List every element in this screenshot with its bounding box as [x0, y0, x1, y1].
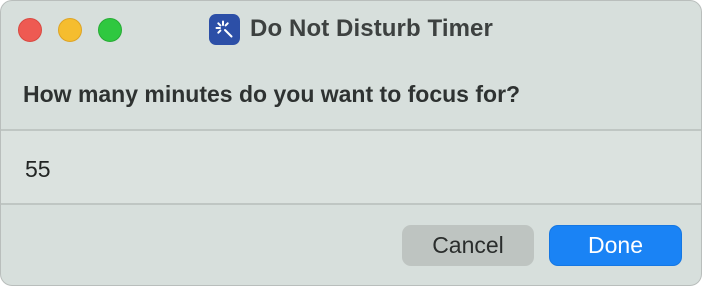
- done-button[interactable]: Done: [549, 225, 682, 266]
- minutes-input[interactable]: [25, 151, 665, 187]
- bottom-divider: [1, 203, 701, 205]
- window-title: Do Not Disturb Timer: [250, 15, 493, 42]
- prompt-text: How many minutes do you want to focus fo…: [23, 81, 521, 107]
- window-title-group: Do Not Disturb Timer: [1, 13, 701, 45]
- sparkle-wand-glyph: [215, 20, 233, 37]
- dialog-window: Do Not Disturb Timer How many minutes do…: [0, 0, 702, 286]
- sparkle-wand-icon: [209, 13, 241, 45]
- input-area: [1, 131, 701, 203]
- title-bar[interactable]: Do Not Disturb Timer: [1, 1, 701, 57]
- cancel-button[interactable]: Cancel: [402, 225, 534, 266]
